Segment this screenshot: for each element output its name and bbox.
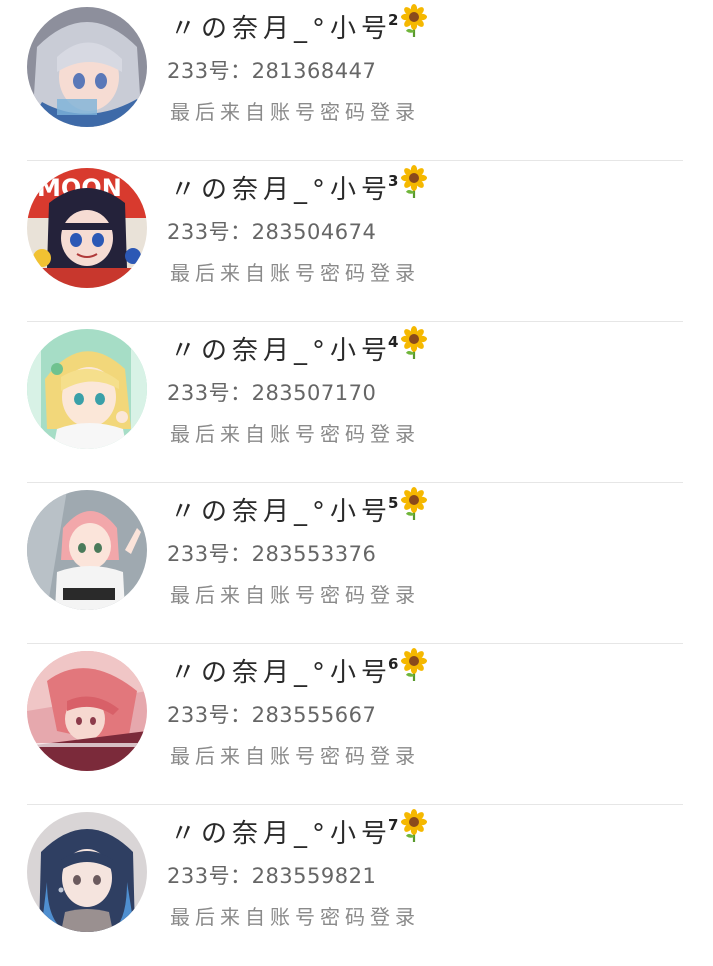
account-name-text: 〃の奈月_°小号 [170,335,393,366]
last-login-info: 最后来自账号密码登录 [170,261,420,285]
last-login-info: 最后来自账号密码登录 [170,744,420,768]
account-name: 〃の奈月_°小号 4 [170,325,429,368]
account-name: 〃の奈月_°小号 3 [170,164,429,207]
account-id: 233号：283504674 [167,220,377,244]
account-item[interactable]: 〃の奈月_°小号 7 233号：283559821 最后来自账号密码登录 [0,805,713,966]
account-name: 〃の奈月_°小号 7 [170,808,429,851]
account-number-superscript: 2 [388,11,399,29]
account-name-text: 〃の奈月_°小号 [170,496,393,527]
sunflower-icon [399,647,429,689]
avatar: MOON [27,168,147,288]
last-login-info: 最后来自账号密码登录 [170,422,420,446]
account-name-text: 〃の奈月_°小号 [170,818,393,849]
account-name: 〃の奈月_°小号 6 [170,647,429,690]
account-id: 233号：283507170 [167,381,377,405]
last-login-info: 最后来自账号密码登录 [170,583,420,607]
sunflower-icon [399,164,429,206]
sunflower-icon [399,486,429,528]
last-login-info: 最后来自账号密码登录 [170,905,420,929]
account-number-superscript: 4 [388,333,399,351]
sunflower-icon [399,325,429,367]
avatar [27,329,147,449]
account-name-text: 〃の奈月_°小号 [170,174,393,205]
avatar [27,651,147,771]
sunflower-icon [399,3,429,45]
last-login-info: 最后来自账号密码登录 [170,100,420,124]
avatar [27,490,147,610]
avatar [27,812,147,932]
account-item[interactable]: 〃の奈月_°小号 5 233号：283553376 最后来自账号密码登录 [0,483,713,644]
avatar [27,7,147,127]
account-number-superscript: 6 [388,655,399,673]
account-item[interactable]: 〃の奈月_°小号 4 233号：283507170 最后来自账号密码登录 [0,322,713,483]
account-id: 233号：283555667 [167,703,377,727]
account-item[interactable]: 〃の奈月_°小号 6 233号：283555667 最后来自账号密码登录 [0,644,713,805]
account-id: 233号：281368447 [167,59,377,83]
account-number-superscript: 5 [388,494,399,512]
sunflower-icon [399,808,429,850]
account-name-text: 〃の奈月_°小号 [170,657,393,688]
account-item[interactable]: 〃の奈月_°小号 2 233号：281368447 最后来自账号密码登录 [0,0,713,161]
account-name: 〃の奈月_°小号 2 [170,3,429,46]
account-list: 〃の奈月_°小号 2 233号：281368447 最后来自账号密码登录 MOO… [0,0,713,966]
account-id: 233号：283559821 [167,864,377,888]
account-number-superscript: 7 [388,816,399,834]
account-name-text: 〃の奈月_°小号 [170,13,393,44]
account-item[interactable]: MOON 〃の奈月_°小号 3 233号：283504674 最后来自账号密码登… [0,161,713,322]
account-number-superscript: 3 [388,172,399,190]
account-id: 233号：283553376 [167,542,377,566]
account-name: 〃の奈月_°小号 5 [170,486,429,529]
